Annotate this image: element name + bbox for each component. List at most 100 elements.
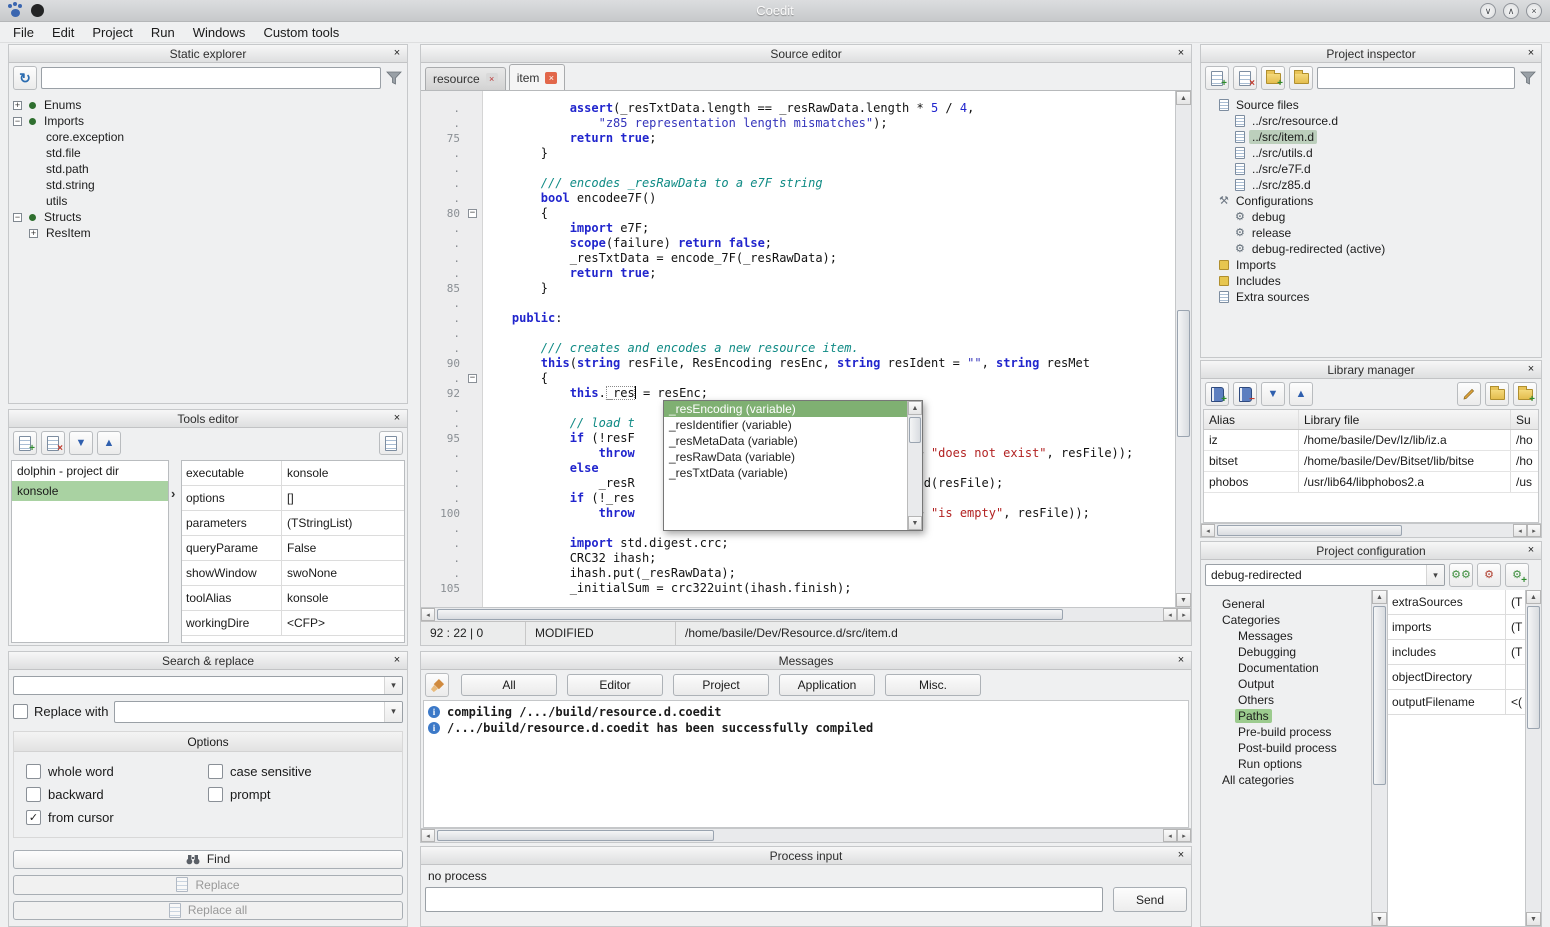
move-tool-up-button[interactable]: ▲ [97, 431, 121, 455]
scroll-right-icon[interactable]: ▸ [1177, 608, 1191, 621]
library-row[interactable]: phobos/usr/lib64/libphobos2.a/us [1204, 472, 1538, 493]
tool-item[interactable]: konsole [12, 481, 168, 501]
option-backward[interactable]: backward [26, 787, 208, 802]
filter-application[interactable]: Application [779, 674, 875, 696]
project-node-item[interactable]: ⚙release [1201, 225, 1541, 241]
tool-property-row[interactable]: options[] [182, 486, 404, 511]
message-row[interactable]: icompiling /.../build/resource.d.coedit [424, 704, 1188, 720]
config-property-row[interactable]: extraSources(T [1388, 590, 1525, 615]
fold-collapse-icon[interactable]: − [468, 209, 477, 218]
code-line[interactable]: . "z85 representation length mismatches"… [421, 116, 1175, 131]
close-panel-icon[interactable]: × [1524, 544, 1538, 558]
config-category-item[interactable]: Others [1201, 692, 1371, 708]
scroll-up-icon[interactable]: ▲ [1526, 590, 1541, 604]
move-tool-down-button[interactable]: ▼ [69, 431, 93, 455]
tab-close-icon[interactable]: × [486, 73, 498, 85]
tool-property-row[interactable]: parameters(TStringList) [182, 511, 404, 536]
library-row[interactable]: iz/home/basile/Dev/Iz/lib/iz.a/ho [1204, 430, 1538, 451]
scroll-left-icon[interactable]: ◂ [1201, 524, 1215, 537]
code-line[interactable]: . import std.digest.crc; [421, 536, 1175, 551]
project-node-item[interactable]: ../src/resource.d [1201, 113, 1541, 129]
tool-property-row[interactable]: workingDire<CFP> [182, 611, 404, 636]
code-line[interactable]: 90 this(string resFile, ResEncoding resE… [421, 356, 1175, 371]
remove-library-button[interactable]: − [1233, 382, 1257, 406]
tool-property-value[interactable]: <CFP> [282, 616, 330, 630]
config-property-row[interactable]: objectDirectory [1388, 665, 1525, 690]
code-line[interactable]: .− { [421, 371, 1175, 386]
scrollbar-thumb[interactable] [1373, 606, 1386, 785]
project-node-item[interactable]: ⚙debug-redirected (active) [1201, 241, 1541, 257]
dropdown-arrow-icon[interactable]: ▾ [1426, 565, 1444, 585]
code-line[interactable]: 105 _initialSum = crc322uint(ihash.finis… [421, 581, 1175, 596]
symbol-item[interactable]: utils [9, 193, 407, 209]
code-line[interactable]: . /// encodes _resRawData to a e7F strin… [421, 176, 1175, 191]
checkbox[interactable] [26, 764, 41, 779]
config-category-item[interactable]: Debugging [1201, 644, 1371, 660]
project-node-item[interactable]: Source files [1201, 97, 1541, 113]
scroll-left-icon[interactable]: ◂ [1163, 608, 1177, 621]
tool-property-row[interactable]: queryParameFalse [182, 536, 404, 561]
menu-run[interactable]: Run [142, 22, 184, 43]
replace-all-button[interactable]: Replace all [13, 901, 403, 920]
code-line[interactable]: . ihash.put(_resRawData); [421, 566, 1175, 581]
add-folder-button[interactable]: + [1261, 66, 1285, 90]
dropdown-arrow-icon[interactable]: ▾ [384, 702, 402, 722]
remove-config-button[interactable]: ⚙ [1477, 563, 1501, 587]
tool-property-value[interactable]: [] [282, 491, 299, 505]
code-line[interactable]: . public: [421, 311, 1175, 326]
menu-windows[interactable]: Windows [184, 22, 255, 43]
close-panel-icon[interactable]: × [1174, 654, 1188, 668]
option-whole-word[interactable]: whole word [26, 764, 208, 779]
scroll-left-icon[interactable]: ◂ [1163, 829, 1177, 842]
code-line[interactable]: . bool encodee7F() [421, 191, 1175, 206]
project-node-item[interactable]: ../src/e7F.d [1201, 161, 1541, 177]
add-config-button[interactable]: ⚙+ [1505, 563, 1529, 587]
tab-item[interactable]: item× [509, 64, 566, 90]
checkbox[interactable] [208, 787, 223, 802]
add-source-button[interactable]: + [1205, 66, 1229, 90]
code-line[interactable]: . } [421, 146, 1175, 161]
tool-property-value[interactable]: (TStringList) [282, 516, 357, 530]
config-category-item[interactable]: Run options [1201, 756, 1371, 772]
replace-with-combo[interactable]: ▾ [114, 701, 403, 723]
replace-with-checkbox[interactable] [13, 704, 28, 719]
symbol-item[interactable]: std.path [9, 161, 407, 177]
add-tool-button[interactable]: + [13, 431, 37, 455]
sync-configs-button[interactable]: ⚙⚙ [1449, 563, 1473, 587]
tool-property-row[interactable]: executablekonsole [182, 461, 404, 486]
config-property-value[interactable]: (T [1506, 620, 1525, 634]
menu-custom-tools[interactable]: Custom tools [254, 22, 348, 43]
expand-icon[interactable]: + [13, 101, 22, 110]
project-node-item[interactable]: ../src/z85.d [1201, 177, 1541, 193]
code-line[interactable]: 75 return true; [421, 131, 1175, 146]
symbol-item[interactable]: std.string [9, 177, 407, 193]
close-panel-icon[interactable]: × [1524, 47, 1538, 61]
config-category-item[interactable]: General [1201, 596, 1371, 612]
tool-property-row[interactable]: toolAliaskonsole [182, 586, 404, 611]
process-input-field[interactable] [425, 887, 1103, 912]
project-node-item[interactable]: ../src/item.d [1201, 129, 1541, 145]
config-property-row[interactable]: includes(T [1388, 640, 1525, 665]
scroll-up-icon[interactable]: ▲ [908, 401, 922, 415]
code-line[interactable]: 80− { [421, 206, 1175, 221]
config-property-value[interactable]: (T [1506, 645, 1525, 659]
tab-resource[interactable]: resource× [425, 67, 506, 90]
completion-item[interactable]: _resMetaData (variable) [664, 433, 907, 449]
completion-item[interactable]: _resEncoding (variable) [664, 401, 907, 417]
checkbox[interactable] [26, 787, 41, 802]
scrollbar-thumb[interactable] [1177, 310, 1190, 437]
code-line[interactable]: . CRC32 ihash; [421, 551, 1175, 566]
project-node-item[interactable]: ⚒Configurations [1201, 193, 1541, 209]
filter-editor[interactable]: Editor [567, 674, 663, 696]
close-panel-icon[interactable]: × [390, 412, 404, 426]
completion-scrollbar[interactable]: ▲ ▼ [907, 401, 922, 530]
config-category-item[interactable]: Post-build process [1201, 740, 1371, 756]
clear-messages-button[interactable] [425, 673, 449, 697]
scrollbar-thumb[interactable] [1217, 525, 1402, 536]
menu-edit[interactable]: Edit [43, 22, 83, 43]
configuration-selector[interactable]: debug-redirected ▾ [1205, 564, 1445, 586]
tool-item[interactable]: dolphin - project dir [12, 461, 168, 481]
symbol-item[interactable]: −Structs [9, 209, 407, 225]
symbol-item[interactable]: −Imports [9, 113, 407, 129]
config-category-item[interactable]: Documentation [1201, 660, 1371, 676]
